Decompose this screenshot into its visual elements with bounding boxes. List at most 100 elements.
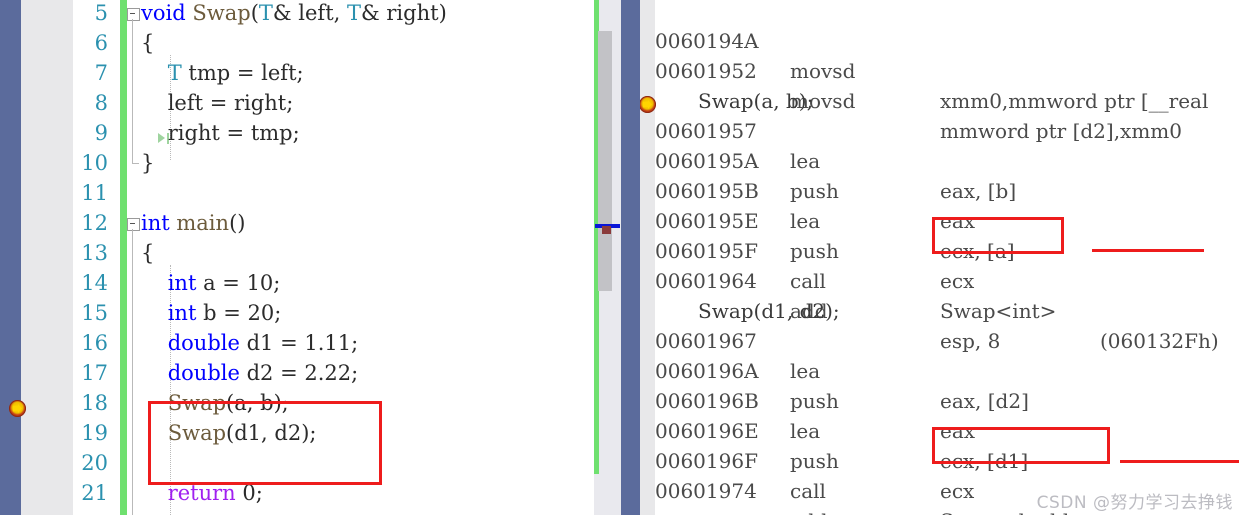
token-number: 20 xyxy=(247,301,275,325)
token-number: 1.11 xyxy=(304,331,352,355)
debugger-screenshot: 5 6 7 8 9 10 11 12 13 14 15 16 17 18 19 … xyxy=(0,0,1239,515)
token-op: = xyxy=(273,331,305,355)
token-punct: ; xyxy=(292,121,300,145)
token-punct: ; xyxy=(351,331,359,355)
token-punct: , xyxy=(333,1,347,25)
code-line: double d2 = 2.22; xyxy=(141,358,359,388)
disassembly-row: 0060195E push ecx xyxy=(640,176,1239,293)
instruction-address: 00601974 xyxy=(655,479,757,503)
token-keyword: double xyxy=(167,361,240,385)
annotation-box-swap-calls xyxy=(148,401,382,485)
token-punct: ; xyxy=(286,91,294,115)
fold-collapse-icon[interactable] xyxy=(127,8,140,21)
disassembly-row: 0060196B lea ecx, [d1] xyxy=(640,356,1239,473)
token-ident: left xyxy=(298,1,334,25)
code-line: int main() xyxy=(141,208,245,238)
block-guide-foot xyxy=(132,163,139,164)
token-number: 10 xyxy=(246,271,274,295)
scrollbar-bookmark-marker xyxy=(602,226,611,234)
token-ident: right xyxy=(167,121,220,145)
token-keyword: void xyxy=(141,1,186,25)
line-number: 11 xyxy=(81,181,108,205)
token-ident: right xyxy=(386,1,439,25)
token-ident: d2 xyxy=(246,361,274,385)
token-ident: a xyxy=(203,271,216,295)
token-ident: d1 xyxy=(246,331,274,355)
token-punct: ; xyxy=(274,301,282,325)
code-line: double d1 = 1.11; xyxy=(141,328,359,358)
disassembly-row: 0060196A push eax xyxy=(640,326,1239,443)
disassembly-source-row: Swap(d1, d2); xyxy=(640,266,1239,323)
token-op: = xyxy=(203,91,235,115)
token-op: = xyxy=(215,271,247,295)
token-keyword: double xyxy=(167,331,240,355)
changed-lines-bar xyxy=(120,0,127,515)
token-brace: } xyxy=(141,151,155,175)
token-punct: & xyxy=(361,1,387,25)
annotation-underline-swap-double-address xyxy=(1120,460,1239,463)
token-op: = xyxy=(273,361,305,385)
line-number: 8 xyxy=(94,91,108,115)
line-number-column: 5 6 7 8 9 10 11 12 13 14 15 16 17 18 19 … xyxy=(0,0,118,515)
token-keyword: int xyxy=(167,271,197,295)
token-ident: b xyxy=(203,301,217,325)
token-punct: & xyxy=(272,1,299,25)
instruction-mnemonic: call xyxy=(790,479,826,503)
token-number: 2.22 xyxy=(304,361,352,385)
token-ident: left xyxy=(167,91,204,115)
token-keyword: int xyxy=(167,301,197,325)
code-line: void Swap(T& left, T& right) xyxy=(141,0,447,28)
token-type: T xyxy=(347,1,362,25)
source-editor-pane: 5 6 7 8 9 10 11 12 13 14 15 16 17 18 19 … xyxy=(0,0,621,515)
code-line: int a = 10; xyxy=(141,268,281,298)
line-number: 7 xyxy=(94,61,108,85)
line-number: 21 xyxy=(81,481,108,505)
disassembly-row: 00601967 lea eax, [d2] xyxy=(640,296,1239,413)
annotation-box-swap-double xyxy=(932,427,1110,464)
line-number: 18 xyxy=(81,391,108,415)
token-brace: { xyxy=(141,31,155,55)
watermark-text: CSDN @努力学习去挣钱 xyxy=(1036,493,1233,513)
token-type: T xyxy=(167,61,182,85)
line-number: 15 xyxy=(81,301,108,325)
block-guide xyxy=(132,19,133,163)
scrollbar-thumb[interactable] xyxy=(598,31,612,291)
fold-collapse-icon[interactable] xyxy=(127,218,140,231)
pane-divider[interactable] xyxy=(621,0,640,515)
code-line: T tmp = left; xyxy=(141,58,304,88)
token-ident: tmp xyxy=(188,61,231,85)
token-ident: tmp xyxy=(250,121,293,145)
annotation-underline-swap-int-address xyxy=(1092,249,1204,252)
line-number: 13 xyxy=(81,241,108,265)
token-ident: left xyxy=(261,61,297,85)
disassembly-row: 0060195B lea ecx, [a] xyxy=(640,146,1239,263)
line-number: 10 xyxy=(81,151,108,175)
line-number: 16 xyxy=(81,331,108,355)
token-keyword: int xyxy=(141,211,170,235)
token-punct: ; xyxy=(273,271,281,295)
token-punct: ( xyxy=(250,1,259,25)
disassembly-row-current: 00601957 lea eax, [b] xyxy=(640,86,1239,203)
instruction-mnemonic: add xyxy=(790,506,828,515)
line-number: 6 xyxy=(94,31,108,55)
code-line: { xyxy=(141,28,154,58)
disassembly-row: 0060196E push ecx xyxy=(640,386,1239,503)
token-op: = xyxy=(230,61,262,85)
disassembly-row: 00601952 movsd mmword ptr [d2],xmm0 xyxy=(640,26,1239,143)
token-punct: () xyxy=(229,211,246,235)
line-number: 12 xyxy=(81,211,108,235)
code-line: { xyxy=(141,238,154,268)
line-number: 19 xyxy=(81,421,108,445)
token-punct: ; xyxy=(296,61,304,85)
code-line: right = tmp; xyxy=(141,118,300,148)
token-punct: ) xyxy=(438,1,447,25)
block-guide xyxy=(132,229,133,515)
token-brace: { xyxy=(141,241,155,265)
instruction-operands: ecx xyxy=(940,479,975,503)
